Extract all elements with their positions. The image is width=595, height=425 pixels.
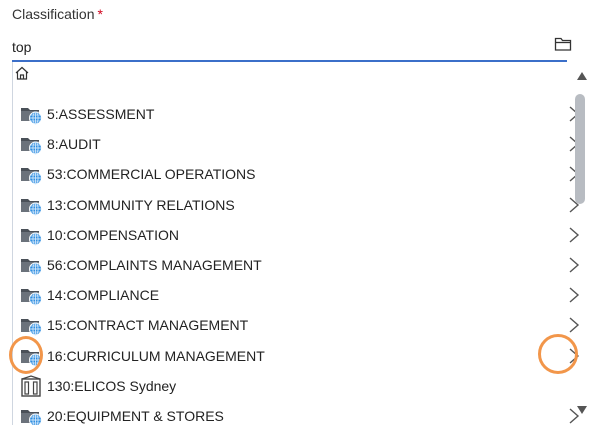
globe-folder-icon [20, 405, 44, 425]
classification-browser: 5:ASSESSMENT 8:AUDIT 53:COMMERCIAL OPERA… [12, 62, 595, 425]
required-marker: * [97, 6, 103, 22]
globe-folder-icon [20, 163, 44, 185]
list-item[interactable]: 53:COMMERCIAL OPERATIONS [13, 159, 581, 189]
list-item-label: 130:ELICOS Sydney [47, 377, 177, 394]
scroll-thumb[interactable] [575, 94, 585, 204]
classification-list: 5:ASSESSMENT 8:AUDIT 53:COMMERCIAL OPERA… [13, 99, 581, 425]
scrollbar[interactable] [570, 62, 595, 425]
home-icon[interactable] [14, 65, 30, 81]
list-item[interactable]: 10:COMPENSATION [13, 220, 581, 250]
list-item[interactable]: 56:COMPLAINTS MANAGEMENT [13, 250, 581, 280]
list-item[interactable]: 5:ASSESSMENT [13, 99, 581, 129]
classification-label: Classification * [12, 6, 103, 22]
list-item[interactable]: 20:EQUIPMENT & STORES [13, 401, 581, 425]
list-item-label: 13:COMMUNITY RELATIONS [47, 196, 235, 213]
classification-field[interactable]: top [12, 35, 572, 59]
globe-folder-icon [20, 284, 44, 306]
scroll-down-arrow-icon[interactable] [577, 406, 587, 414]
list-item-label: 10:COMPENSATION [47, 226, 179, 243]
globe-folder-icon [20, 345, 44, 367]
list-item[interactable]: 14:COMPLIANCE [13, 280, 581, 310]
list-item[interactable]: 8:AUDIT [13, 129, 581, 159]
globe-folder-icon [20, 194, 44, 216]
scroll-up-arrow-icon[interactable] [577, 72, 587, 80]
globe-folder-icon [20, 314, 44, 336]
list-item-label: 16:CURRICULUM MANAGEMENT [47, 347, 265, 364]
list-item[interactable]: 15:CONTRACT MANAGEMENT [13, 310, 581, 340]
list-item-label: 14:COMPLIANCE [47, 287, 160, 304]
list-item[interactable]: 16:CURRICULUM MANAGEMENT [13, 341, 581, 371]
globe-folder-icon [20, 224, 44, 246]
list-item-label: 8:AUDIT [47, 136, 101, 153]
building-icon [20, 375, 44, 397]
globe-folder-icon [20, 133, 44, 155]
globe-folder-icon [20, 103, 44, 125]
list-item-label: 15:CONTRACT MANAGEMENT [47, 317, 249, 334]
list-item[interactable]: 130:ELICOS Sydney [13, 371, 581, 401]
globe-folder-icon [20, 254, 44, 276]
list-item-label: 5:ASSESSMENT [47, 106, 155, 123]
classification-value[interactable]: top [12, 39, 31, 55]
classification-label-text: Classification [12, 6, 95, 22]
list-item-label: 20:EQUIPMENT & STORES [47, 407, 224, 424]
list-item-label: 53:COMMERCIAL OPERATIONS [47, 166, 256, 183]
list-item[interactable]: 13:COMMUNITY RELATIONS [13, 190, 581, 220]
list-item-label: 56:COMPLAINTS MANAGEMENT [47, 257, 262, 274]
folder-icon[interactable] [552, 34, 574, 54]
